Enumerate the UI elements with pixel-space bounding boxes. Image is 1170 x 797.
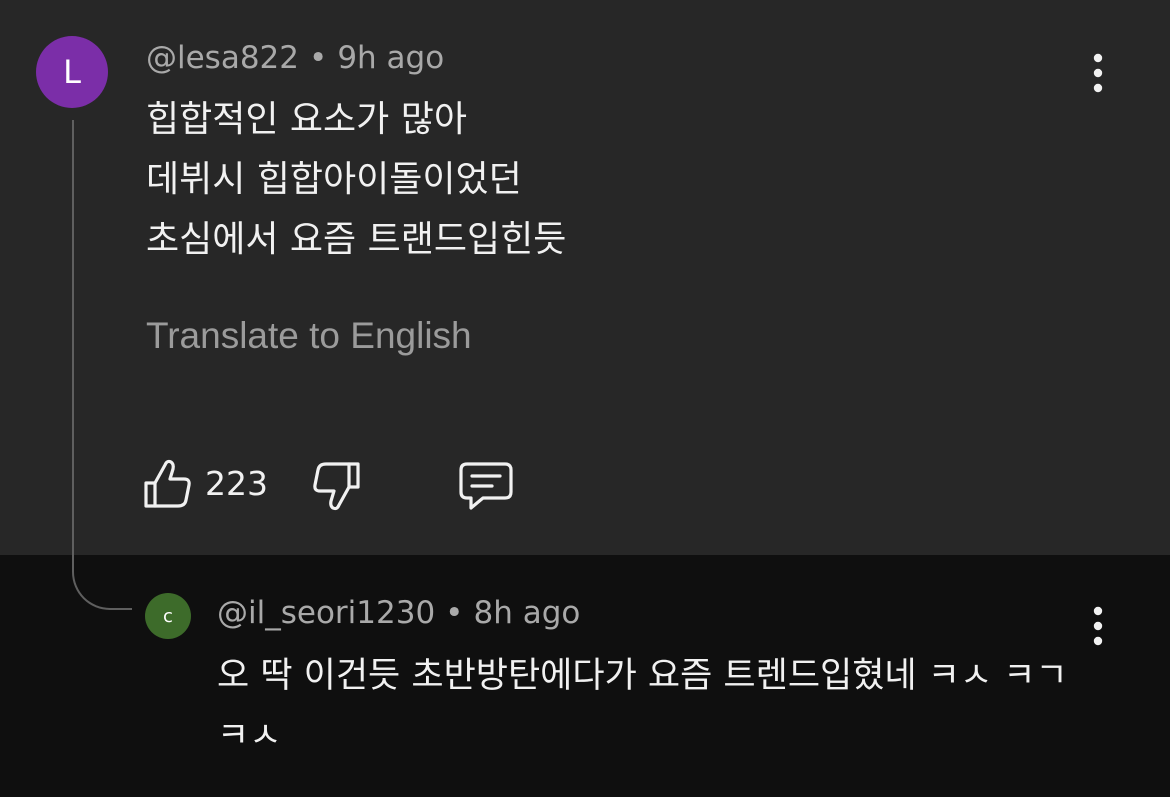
reply-body: 오 딱 이건듯 초반방탄에다가 요즘 트렌드입혔네 ㅋㅅ ㅋㄱㅋㅅ bbox=[217, 656, 1068, 756]
thumbs-up-icon[interactable] bbox=[143, 456, 193, 512]
comment-line: 초심에서 요즘 트랜드입힌듯 bbox=[146, 219, 567, 260]
reply-meta: @il_seori1230 • 8h ago bbox=[217, 595, 580, 631]
thread-connector-line bbox=[72, 120, 132, 610]
reply-avatar[interactable]: c bbox=[145, 593, 191, 639]
author-handle[interactable]: @lesa822 bbox=[146, 40, 299, 76]
translate-button[interactable]: Translate to English bbox=[146, 315, 472, 357]
reply-comment-icon[interactable] bbox=[457, 460, 515, 514]
more-vertical-icon[interactable] bbox=[1088, 52, 1108, 94]
reply-author-handle[interactable]: @il_seori1230 bbox=[217, 595, 435, 631]
meta-separator: • bbox=[309, 40, 328, 76]
comment-line: 힙합적인 요소가 많아 bbox=[146, 99, 467, 140]
comment-time[interactable]: 9h ago bbox=[337, 40, 444, 76]
meta-separator: • bbox=[445, 595, 464, 631]
more-vertical-icon[interactable] bbox=[1088, 605, 1108, 647]
comment-thread: L @lesa822 • 9h ago 힙합적인 요소가 많아 데뷔시 힙합아이돌이… bbox=[0, 0, 1170, 797]
comment-meta: @lesa822 • 9h ago bbox=[146, 40, 444, 76]
avatar[interactable]: L bbox=[36, 36, 108, 108]
comment-body: 힙합적인 요소가 많아 데뷔시 힙합아이돌이었던 초심에서 요즘 트랜드입힌듯 bbox=[146, 90, 566, 270]
thumbs-down-icon[interactable] bbox=[311, 458, 363, 514]
comment-line: 데뷔시 힙합아이돌이었던 bbox=[146, 159, 522, 200]
like-count: 223 bbox=[205, 464, 268, 503]
reply-time[interactable]: 8h ago bbox=[473, 595, 580, 631]
